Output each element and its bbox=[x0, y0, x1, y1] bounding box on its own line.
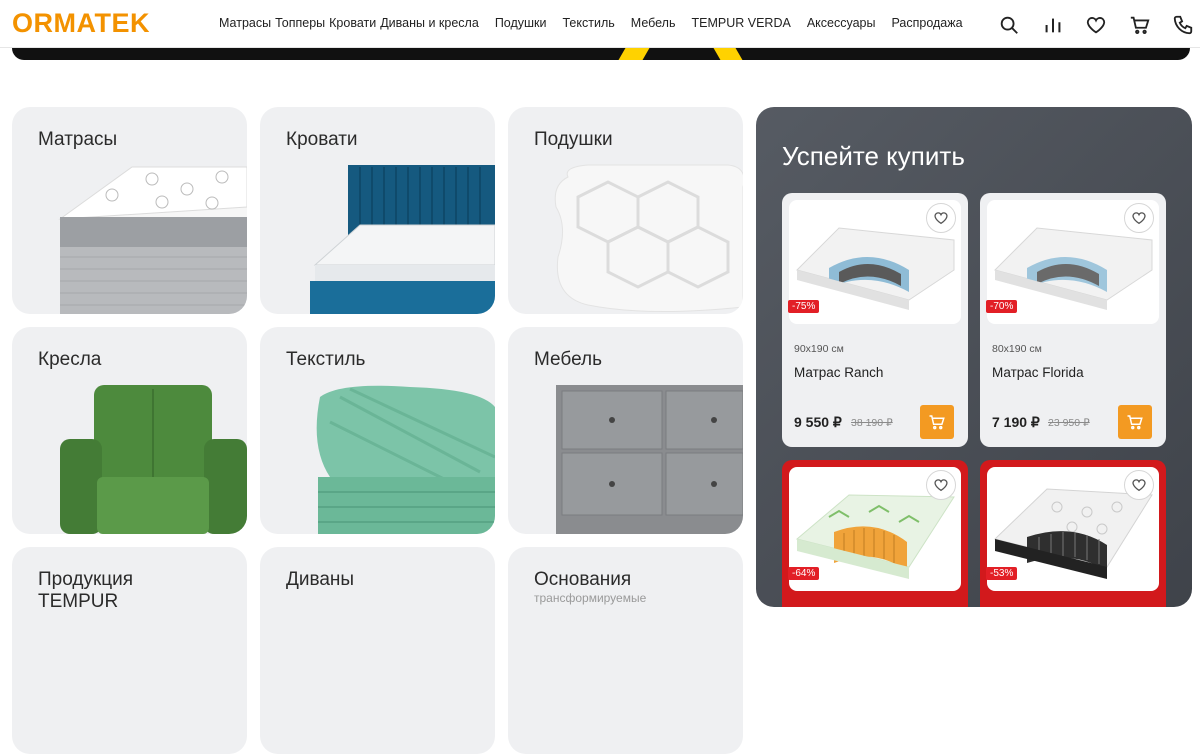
hurry-up-promo: Успейте купить -75% 90x190 см Матрас Ran… bbox=[756, 107, 1192, 607]
product-size: 90x190 см bbox=[794, 343, 844, 355]
add-to-cart-button[interactable] bbox=[1118, 405, 1152, 439]
category-tile-tempur[interactable]: Продукция TEMPUR bbox=[12, 547, 247, 754]
category-title: Продукция TEMPUR bbox=[38, 569, 134, 612]
favorite-icon[interactable] bbox=[1124, 203, 1154, 233]
category-tile-textile[interactable]: Текстиль bbox=[260, 327, 495, 534]
search-icon[interactable] bbox=[996, 12, 1022, 38]
favorite-icon[interactable] bbox=[1124, 470, 1154, 500]
promo-title: Успейте купить bbox=[782, 141, 965, 171]
product-old-price: 38 190 ₽ bbox=[851, 417, 893, 429]
product-size: 80x190 см bbox=[992, 343, 1042, 355]
discount-badge: -53% bbox=[986, 567, 1018, 580]
category-tile-armchairs[interactable]: Кресла bbox=[12, 327, 247, 534]
hero-banner-edge[interactable] bbox=[12, 48, 1190, 60]
category-title: Основания bbox=[534, 569, 632, 590]
category-tile-pillows[interactable]: Подушки bbox=[508, 107, 743, 314]
nav-item-mattresses[interactable]: Матрасы bbox=[219, 16, 271, 30]
discount-badge: -64% bbox=[788, 567, 820, 580]
product-price: 7 190 ₽ bbox=[992, 414, 1040, 430]
category-title: Матрасы bbox=[38, 129, 118, 150]
category-title: Диваны bbox=[286, 569, 355, 590]
main-nav: Матрасы Топперы Кровати Диваны и кресла … bbox=[219, 16, 963, 30]
site-header: ORMATEK Матрасы Топперы Кровати Диваны и… bbox=[0, 0, 1200, 48]
product-card[interactable]: -53% bbox=[980, 460, 1166, 607]
product-price: 9 550 ₽ bbox=[794, 414, 842, 430]
cart-icon[interactable] bbox=[1127, 12, 1153, 38]
nav-item-pillows[interactable]: Подушки bbox=[495, 16, 547, 30]
add-to-cart-button[interactable] bbox=[920, 405, 954, 439]
category-title: Подушки bbox=[534, 129, 613, 150]
category-title: Мебель bbox=[534, 349, 602, 370]
category-title: Кресла bbox=[38, 349, 102, 370]
favorite-icon[interactable] bbox=[926, 203, 956, 233]
category-tile-bases[interactable]: Основания трансформируемые bbox=[508, 547, 743, 754]
product-name[interactable]: Матрас Ranch bbox=[794, 365, 883, 380]
product-name[interactable]: Матрас Florida bbox=[992, 365, 1084, 380]
cart-icon bbox=[929, 415, 945, 430]
product-card[interactable]: -75% 90x190 см Матрас Ranch 9 550 ₽ 38 1… bbox=[782, 193, 968, 447]
discount-badge: -75% bbox=[788, 300, 820, 313]
phone-icon[interactable] bbox=[1170, 12, 1196, 38]
header-actions bbox=[996, 12, 1200, 38]
product-old-price: 23 950 ₽ bbox=[1048, 417, 1090, 429]
nav-item-beds[interactable]: Кровати bbox=[329, 16, 376, 30]
category-tile-beds[interactable]: Кровати bbox=[260, 107, 495, 314]
product-card[interactable]: -70% 80x190 см Матрас Florida 7 190 ₽ 23… bbox=[980, 193, 1166, 447]
category-title: Текстиль bbox=[286, 349, 366, 370]
nav-item-textile[interactable]: Текстиль bbox=[563, 16, 615, 30]
compare-icon[interactable] bbox=[1040, 12, 1066, 38]
favorite-icon[interactable] bbox=[926, 470, 956, 500]
category-tile-furniture[interactable]: Мебель bbox=[508, 327, 743, 534]
nav-item-tempur-verda[interactable]: TEMPUR VERDA bbox=[692, 16, 791, 30]
heart-icon[interactable] bbox=[1083, 12, 1109, 38]
nav-item-accessories[interactable]: Аксессуары bbox=[807, 16, 876, 30]
nav-item-furniture[interactable]: Мебель bbox=[631, 16, 676, 30]
product-card[interactable]: -64% bbox=[782, 460, 968, 607]
nav-item-toppers[interactable]: Топперы bbox=[275, 16, 325, 30]
category-title: Кровати bbox=[286, 129, 358, 150]
ormatek-logo[interactable]: ORMATEK bbox=[12, 8, 150, 39]
nav-item-sofas-armchairs[interactable]: Диваны и кресла bbox=[380, 16, 479, 30]
discount-badge: -70% bbox=[986, 300, 1018, 313]
cart-icon bbox=[1127, 415, 1143, 430]
nav-item-sale[interactable]: Распродажа bbox=[891, 16, 962, 30]
category-tile-sofas[interactable]: Диваны bbox=[260, 547, 495, 754]
category-tile-mattresses[interactable]: Матрасы bbox=[12, 107, 247, 314]
